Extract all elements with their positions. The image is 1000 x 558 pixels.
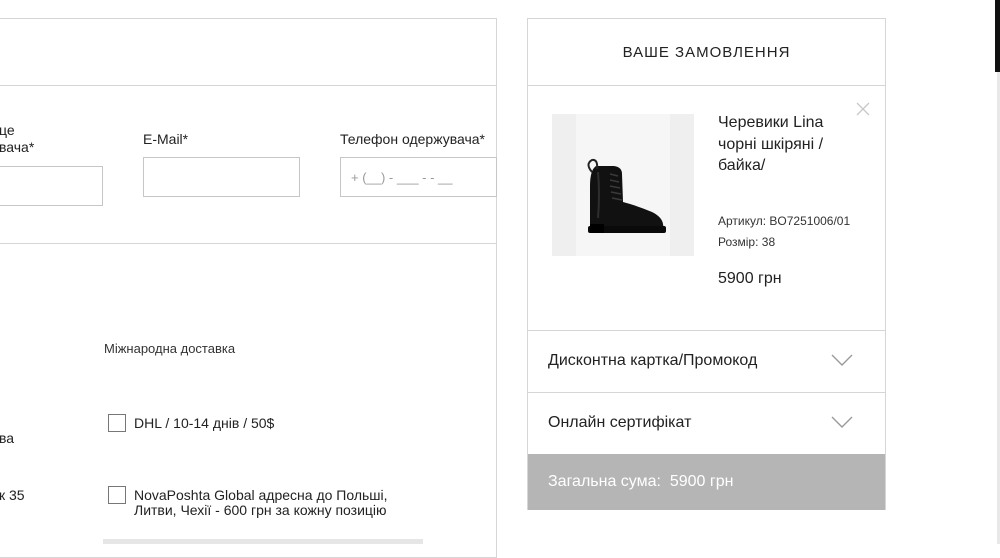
- product-name[interactable]: Черевики Lina чорні шкіряні / байка/: [718, 112, 828, 177]
- chevron-down-icon: [830, 353, 854, 367]
- recipient-name-label: це вача*: [0, 122, 34, 156]
- total-value: 5900 грн: [670, 473, 734, 490]
- order-item: Черевики Lina чорні шкіряні / байка/ Арт…: [528, 86, 885, 331]
- delivery-option-left-text: к 35: [0, 487, 25, 503]
- email-label: E-Mail*: [143, 131, 188, 148]
- order-total-bar: Загальна сума: 5900 грн: [528, 454, 885, 510]
- close-icon: [854, 100, 872, 118]
- dhl-checkbox[interactable]: [108, 414, 126, 432]
- contact-fields-row: це вача* E-Mail* Телефон одержувача* + (…: [0, 86, 496, 244]
- international-delivery-label: Міжнародна доставка: [104, 341, 235, 356]
- product-price: 5900 грн: [718, 270, 782, 288]
- order-summary-panel: ВАШЕ ЗАМОВЛЕННЯ Черевики Lina чорні шкір…: [527, 18, 886, 510]
- product-size: Розмір: 38: [718, 235, 775, 249]
- delivery-info-strip: [103, 539, 423, 544]
- order-title: ВАШЕ ЗАМОВЛЕННЯ: [528, 19, 885, 86]
- phone-label: Телефон одержувача*: [340, 131, 485, 148]
- product-sku: Артикул: BO7251006/01: [718, 214, 850, 228]
- online-certificate-accordion[interactable]: Онлайн сертифікат: [528, 393, 885, 455]
- discount-card-promocode-accordion[interactable]: Дисконтна картка/Промокод: [528, 331, 885, 393]
- scrollbar-thumb[interactable]: [995, 0, 1000, 72]
- accordion-label: Онлайн сертифікат: [548, 414, 691, 432]
- email-field[interactable]: [143, 157, 300, 197]
- delivery-option-left-text: ва: [0, 430, 14, 446]
- order-total: Загальна сума: 5900 грн: [548, 473, 733, 491]
- remove-item-button[interactable]: [854, 100, 872, 118]
- novaposhta-global-checkbox[interactable]: [108, 486, 126, 504]
- checkout-form-panel: І це вача* E-Mail* Телефон одержувача* +…: [0, 18, 497, 558]
- recipient-name-field[interactable]: [0, 166, 103, 206]
- phone-placeholder: + (__) - ___ - - __: [351, 170, 453, 185]
- phone-field[interactable]: + (__) - ___ - - __: [340, 157, 497, 197]
- black-boot-image[interactable]: [552, 114, 694, 256]
- accordion-label: Дисконтна картка/Промокод: [548, 352, 757, 370]
- form-section-header: І: [0, 19, 496, 86]
- dhl-option-label: DHL / 10-14 днів / 50$: [134, 416, 394, 431]
- chevron-down-icon: [830, 415, 854, 429]
- novaposhta-global-option-label: NovaPoshta Global адресна до Польші, Лит…: [134, 488, 409, 518]
- total-label: Загальна сума:: [548, 473, 661, 490]
